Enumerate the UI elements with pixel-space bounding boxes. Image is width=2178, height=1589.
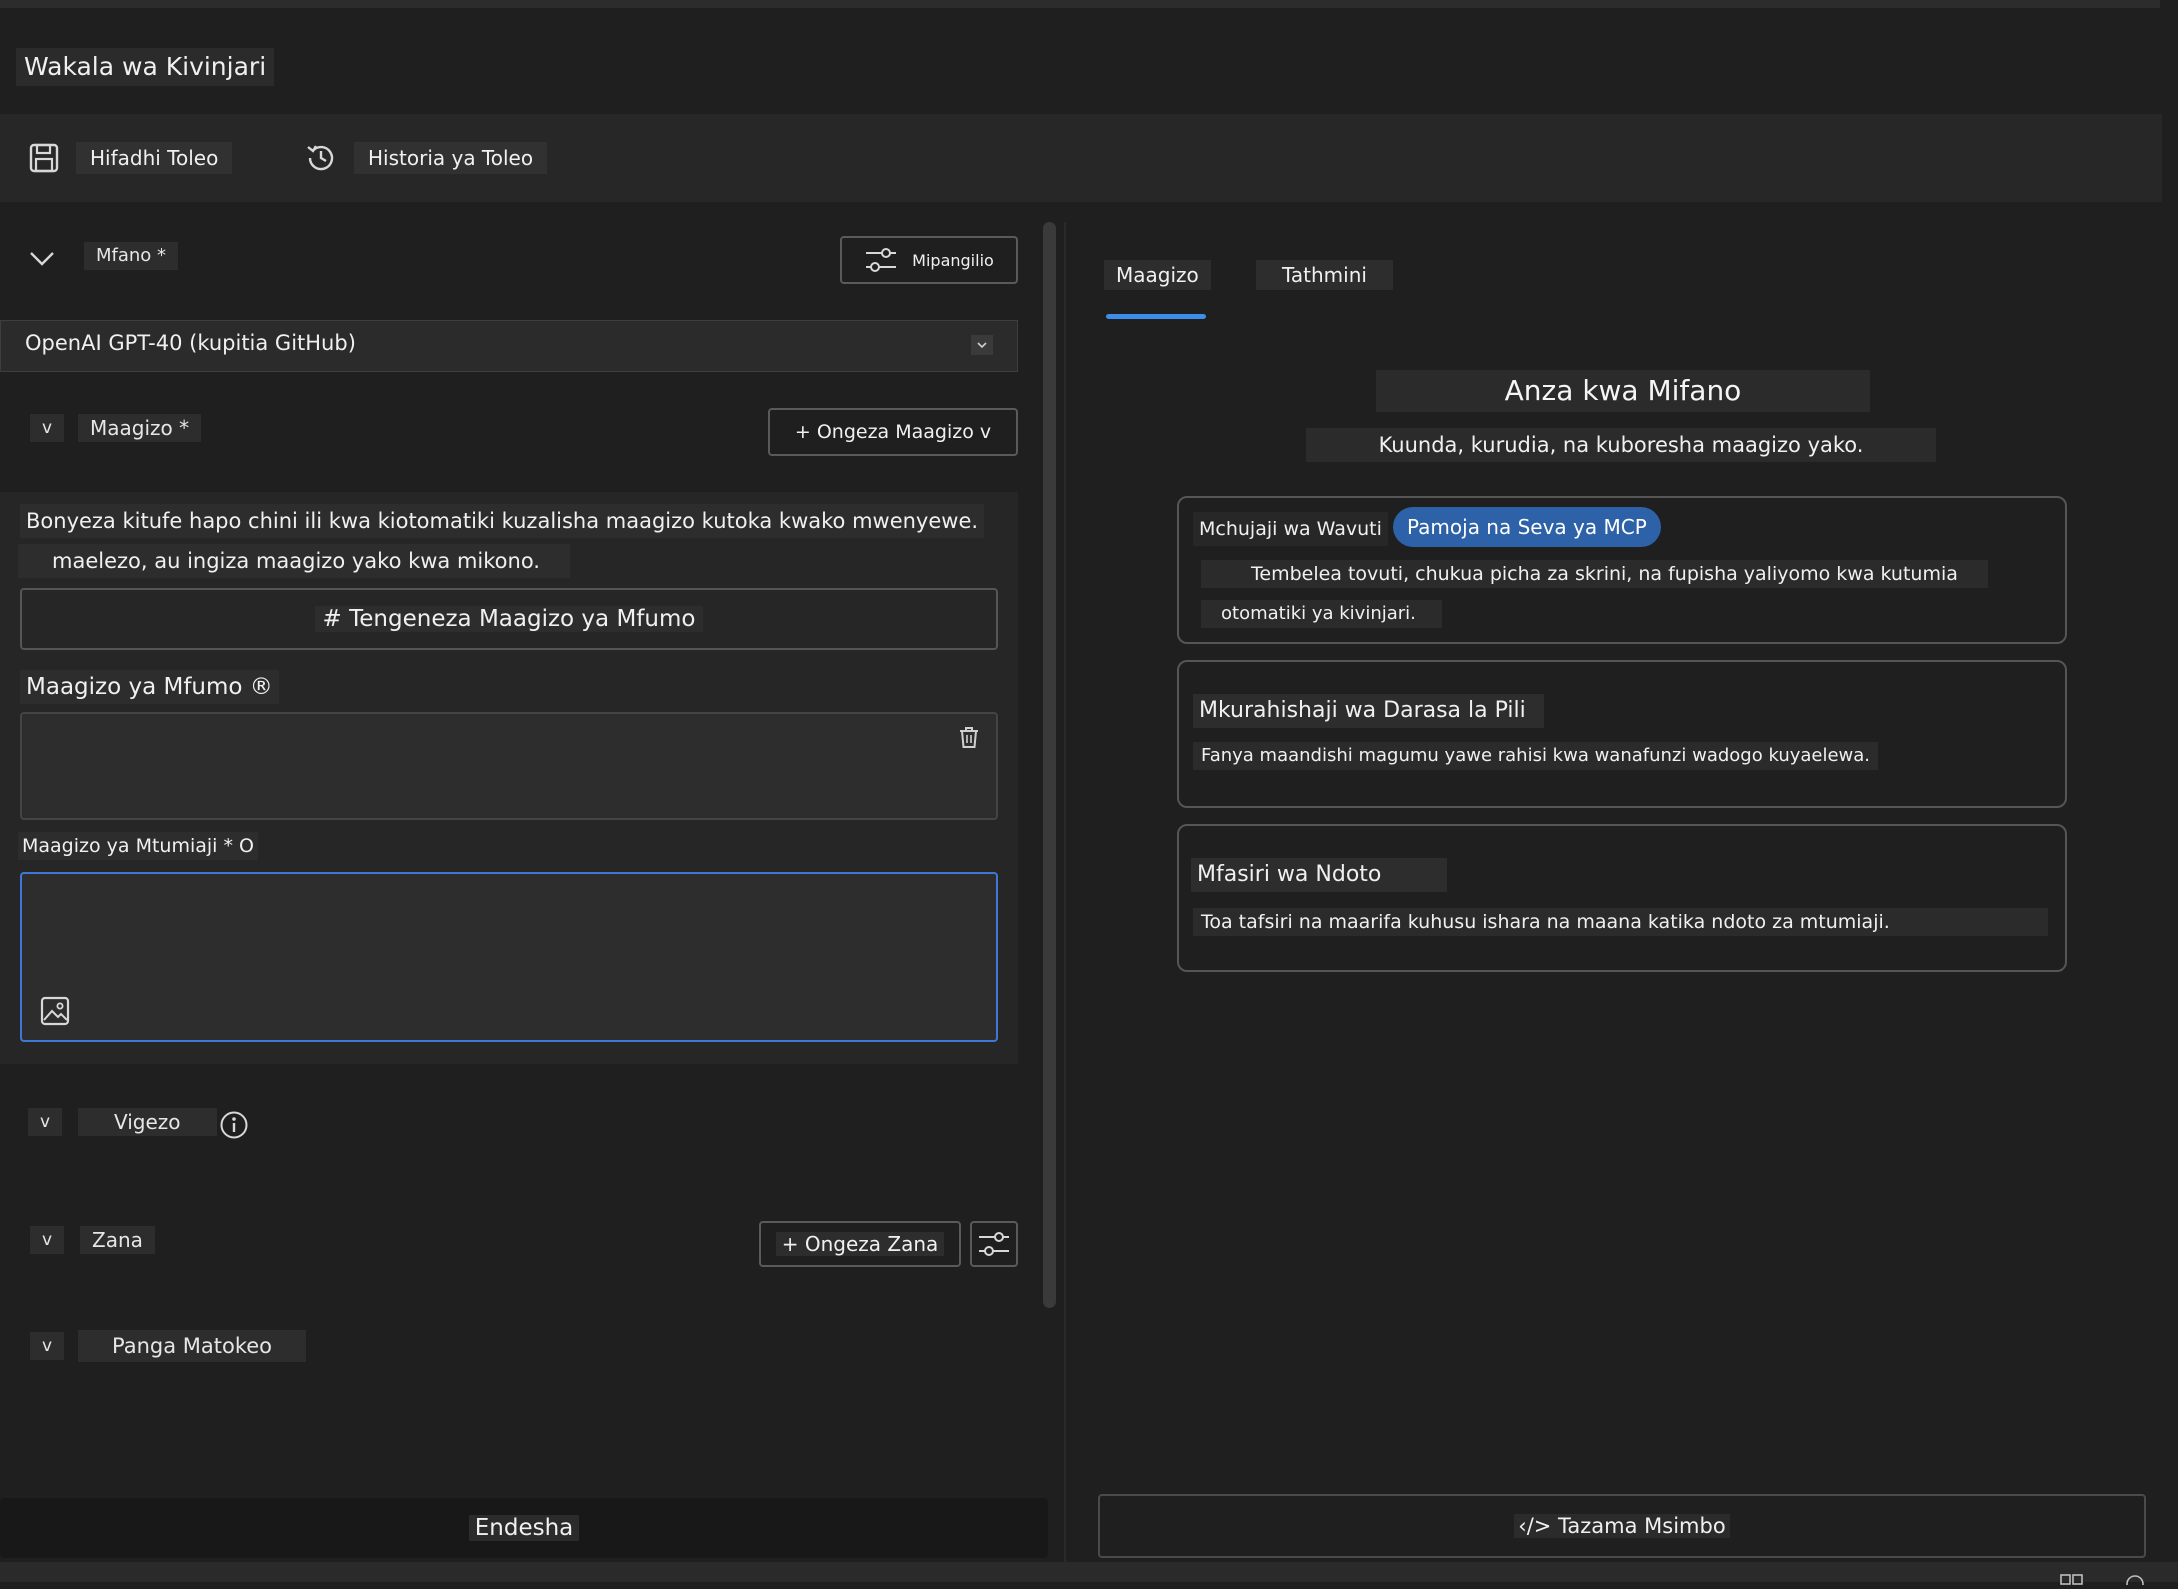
example-card-title: Mfasiri wa Ndoto [1191, 858, 1448, 892]
toolbar: Hifadhi Toleo Historia ya Toleo [0, 114, 2162, 202]
variables-section-label: Vigezo [78, 1108, 217, 1136]
model-select-value: OpenAI GPT-40 (kupitia GitHub) [25, 331, 356, 355]
model-settings-button[interactable]: Mipangilio [840, 236, 1018, 284]
generate-system-instructions-button[interactable]: # Tengeneza Maagizo ya Mfumo [20, 588, 998, 650]
status-bar [0, 1562, 2178, 1589]
model-section-label: Mfano * [84, 242, 179, 270]
output-section-label: Panga Matokeo [78, 1330, 307, 1362]
add-instructions-button[interactable]: + Ongeza Maagizo v [768, 408, 1018, 456]
trash-icon[interactable] [958, 726, 980, 754]
system-instructions-label: Maagizo ya Mfumo ® [20, 670, 279, 704]
mcp-server-badge: Pamoja na Seva ya MCP [1393, 507, 1661, 547]
user-instructions-textarea[interactable] [20, 872, 998, 1042]
example-card-description-line1: Toa tafsiri na maarifa kuhusu ishara na … [1193, 908, 2048, 936]
tools-section-label: Zana [80, 1226, 155, 1254]
image-upload-icon[interactable] [40, 996, 70, 1030]
model-collapse-chevron-icon[interactable] [28, 246, 56, 275]
tools-settings-button[interactable] [970, 1221, 1018, 1267]
view-code-label: ‹/> Tazama Msimbo [1514, 1514, 1730, 1538]
notification-icon[interactable] [2124, 1570, 2146, 1589]
variables-collapse-chevron[interactable]: v [28, 1108, 63, 1136]
sliders-icon [864, 245, 898, 275]
version-history-button[interactable]: Historia ya Toleo [304, 140, 548, 176]
save-version-button[interactable]: Hifadhi Toleo [28, 140, 233, 176]
layout-icon[interactable] [2060, 1570, 2084, 1589]
example-card-description-line2: otomatiki ya kivinjari. [1201, 600, 1442, 628]
app-title: Wakala wa Kivinjari [16, 48, 275, 86]
examples-subtitle: Kuunda, kurudia, na kuboresha maagizo ya… [1306, 428, 1936, 462]
panel-divider [1064, 222, 1066, 1562]
model-select[interactable]: OpenAI GPT-40 (kupitia GitHub) [0, 320, 1018, 372]
tab-instructions[interactable]: Maagizo [1104, 260, 1211, 290]
view-code-button[interactable]: ‹/> Tazama Msimbo [1098, 1494, 2146, 1558]
run-label: Endesha [468, 1515, 580, 1541]
example-card-dream-interpreter[interactable]: Mfasiri wa Ndoto Toa tafsiri na maarifa … [1177, 824, 2067, 972]
tab-evaluation[interactable]: Tathmini [1256, 260, 1393, 290]
run-button[interactable]: Endesha [0, 1498, 1048, 1558]
sliders-icon [972, 1227, 1016, 1261]
version-history-label: Historia ya Toleo [354, 142, 548, 174]
save-icon [28, 142, 60, 174]
save-version-label: Hifadhi Toleo [76, 142, 233, 174]
instructions-section-label: Maagizo * [78, 414, 202, 442]
example-card-web-scraper[interactable]: Mchujaji wa Wavuti Pamoja na Seva ya MCP… [1177, 496, 2067, 644]
example-card-description-line1: Fanya maandishi magumu yawe rahisi kwa w… [1193, 742, 1879, 770]
instructions-description-line1: Bonyeza kitufe hapo chini ili kwa kiotom… [20, 504, 985, 538]
generate-system-instructions-label: # Tengeneza Maagizo ya Mfumo [314, 606, 704, 632]
output-collapse-chevron[interactable]: v [30, 1332, 65, 1360]
instructions-description-line2: maelezo, au ingiza maagizo yako kwa miko… [18, 544, 570, 578]
left-panel-scrollbar[interactable] [1043, 222, 1056, 1308]
info-icon[interactable] [219, 1110, 249, 1144]
example-card-title: Mchujaji wa Wavuti [1193, 512, 1388, 546]
example-card-description-line1: Tembelea tovuti, chukua picha za skrini,… [1201, 560, 1988, 588]
tools-collapse-chevron[interactable]: v [30, 1226, 65, 1254]
example-card-title: Mkurahishaji wa Darasa la Pili [1193, 694, 1544, 728]
active-tab-indicator [1106, 314, 1206, 319]
example-card-grade-simplifier[interactable]: Mkurahishaji wa Darasa la Pili Fanya maa… [1177, 660, 2067, 808]
user-instructions-label: Maagizo ya Mtumiaji * O [18, 832, 258, 860]
instructions-collapse-chevron[interactable]: v [30, 414, 65, 442]
add-tools-label: + Ongeza Zana [775, 1232, 945, 1256]
system-instructions-textarea[interactable] [20, 712, 998, 820]
add-tools-button[interactable]: + Ongeza Zana [759, 1221, 961, 1267]
history-icon [304, 141, 338, 175]
model-settings-label: Mipangilio [912, 250, 994, 270]
examples-title: Anza kwa Mifano [1376, 370, 1870, 412]
top-strip [0, 0, 2160, 8]
chevron-down-icon [971, 335, 993, 355]
